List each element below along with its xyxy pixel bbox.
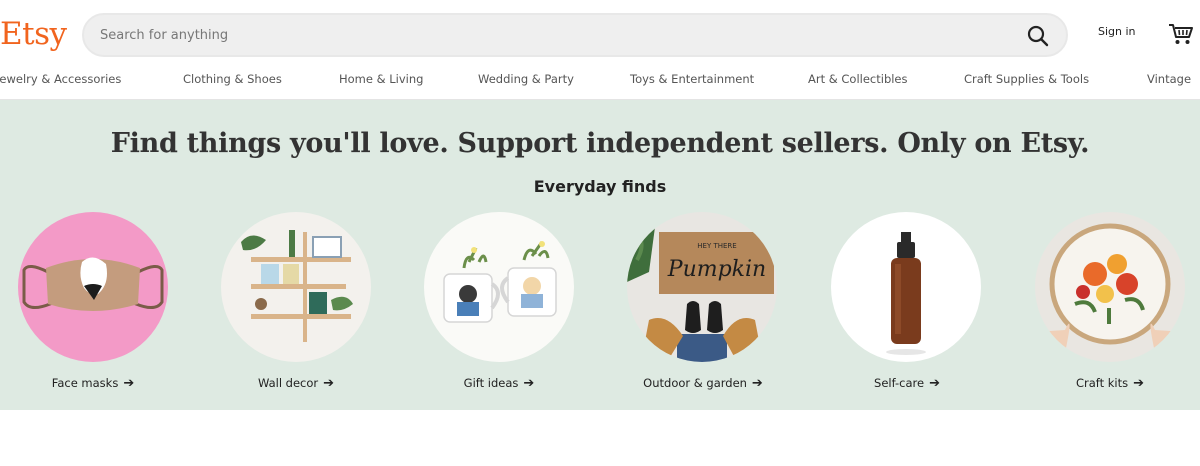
nav-wedding-party[interactable]: Wedding & Party [478,72,574,86]
nav-home-living[interactable]: Home & Living [339,72,423,86]
self-care-image [831,212,981,362]
category-card-outdoor-garden[interactable]: HEY THERE Pumpkin [627,212,777,362]
category-label-wall-decor[interactable]: Wall decor ➔ [258,376,334,391]
wall-decor-image [221,212,371,362]
category-label-self-care[interactable]: Self-care ➔ [874,376,940,391]
category-label-craft-kits[interactable]: Craft kits ➔ [1076,376,1144,391]
everyday-finds-heading: Everyday finds [533,177,667,196]
arrow-right-icon: ➔ [323,376,335,391]
nav-art-collectibles[interactable]: Art & Collectibles [808,72,908,86]
top-bar: Etsy Sign in Jewelry & Accessories Cloth… [0,0,1200,100]
category-card-face-masks[interactable] [18,212,168,362]
nav-vintage[interactable]: Vintage [1147,72,1191,86]
category-card-wall-decor[interactable] [221,212,371,362]
category-card-self-care[interactable] [831,212,981,362]
hero-headline: Find things you'll love. Support indepen… [110,128,1090,159]
nav-toys-entertainment[interactable]: Toys & Entertainment [630,72,754,86]
search-input[interactable] [84,15,1004,55]
face-mask-image [18,212,168,362]
category-label-gift-ideas[interactable]: Gift ideas ➔ [464,376,535,391]
etsy-logo[interactable]: Etsy [0,14,67,54]
arrow-right-icon: ➔ [929,376,940,391]
search-bar [82,13,1068,57]
arrow-right-icon: ➔ [751,376,763,391]
search-icon [1027,25,1049,47]
nav-clothing-shoes[interactable]: Clothing & Shoes [183,72,282,86]
category-label-outdoor-garden[interactable]: Outdoor & garden ➔ [643,376,763,391]
cart-icon [1169,24,1193,44]
sign-in-button[interactable]: Sign in [1098,25,1136,38]
category-card-gift-ideas[interactable] [424,212,574,362]
category-card-craft-kits[interactable] [1035,212,1185,362]
doormat-small-text: HEY THERE [697,242,736,250]
nav-craft-supplies-tools[interactable]: Craft Supplies & Tools [964,72,1089,86]
category-nav: Jewelry & Accessories Clothing & Shoes H… [0,68,1200,94]
category-label-face-masks[interactable]: Face masks ➔ [52,376,134,391]
outdoor-garden-image: HEY THERE Pumpkin [627,212,777,362]
hero-section: Find things you'll love. Support indepen… [0,100,1200,410]
gift-ideas-image [424,212,574,362]
doormat-large-text: Pumpkin [667,257,766,282]
nav-jewelry-accessories[interactable]: Jewelry & Accessories [0,72,121,86]
cart-button[interactable] [1168,22,1194,46]
arrow-right-icon: ➔ [123,376,135,391]
craft-kits-image [1035,212,1185,362]
arrow-right-icon: ➔ [523,376,535,391]
arrow-right-icon: ➔ [1133,376,1145,391]
search-button[interactable] [1024,22,1052,50]
